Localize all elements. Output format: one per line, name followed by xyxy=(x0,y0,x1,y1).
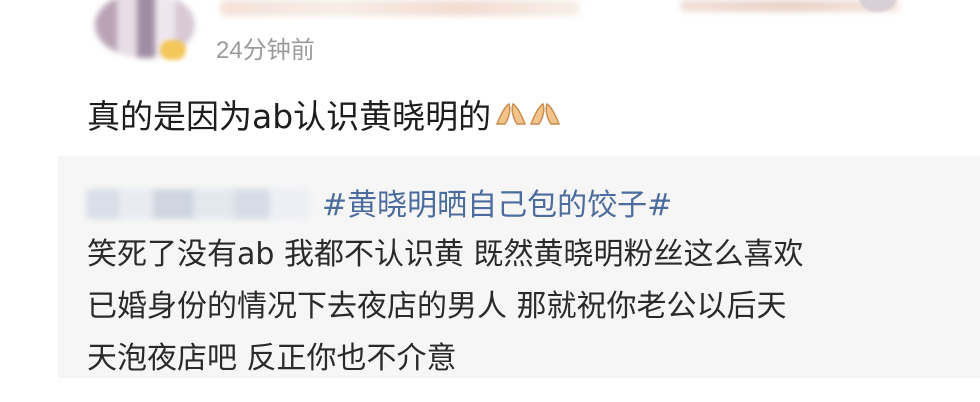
hashtag-link[interactable]: #黄晓明晒自己包的饺子# xyxy=(322,180,672,224)
timestamp: 24分钟前 xyxy=(216,37,315,64)
comment-body: 真的是因为ab认识黄晓明的 xyxy=(87,90,561,138)
quoted-text: 笑死了没有ab 我都不认识黄 既然黄晓明粉丝这么喜欢 已婚身份的情况下去夜店的男… xyxy=(87,229,804,385)
quoted-line: 笑死了没有ab 我都不认识黄 既然黄晓明粉丝这么喜欢 xyxy=(87,237,804,272)
hands-together-icon xyxy=(530,102,561,125)
comment-text: 真的是因为ab认识黄晓明的 xyxy=(87,97,492,136)
emoji-group xyxy=(493,100,561,128)
badge-icon xyxy=(160,40,186,60)
quoted-username-blurred[interactable] xyxy=(86,189,310,219)
quoted-line: 天泡夜店吧 反正你也不介意 xyxy=(87,341,457,376)
quoted-line: 已婚身份的情况下去夜店的男人 那就祝你老公以后天 xyxy=(87,289,787,324)
username-blurred[interactable] xyxy=(220,0,580,16)
hands-together-icon xyxy=(496,102,527,125)
